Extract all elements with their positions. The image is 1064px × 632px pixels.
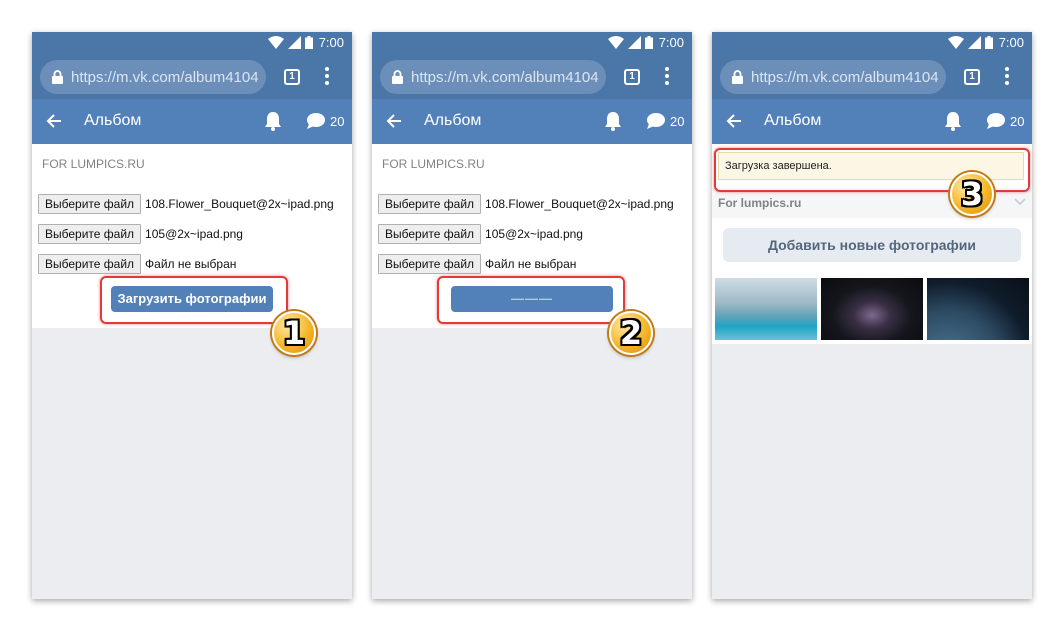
chevron-down-icon[interactable]	[1014, 198, 1026, 206]
browser-toolbar: https://m.vk.com/album4104 1	[712, 54, 1032, 99]
file-row-1: Выберите файл 108.Flower_Bouquet@2x~ipad…	[378, 194, 692, 214]
wifi-icon	[947, 36, 964, 49]
album-title: For lumpics.ru	[718, 196, 802, 210]
album-label: FOR LUMPICS.RU	[42, 157, 145, 171]
file-row-1: Выберите файл 108.Flower_Bouquet@2x~ipad…	[38, 194, 352, 214]
app-bar: Альбом 20	[372, 99, 692, 144]
step-badge-3: 3	[950, 172, 994, 216]
signal-icon	[627, 36, 641, 49]
file-row-3: Выберите файл Файл не выбран	[38, 254, 352, 274]
bell-icon[interactable]	[944, 111, 962, 131]
file-row-2: Выберите файл 105@2x~ipad.png	[378, 224, 692, 244]
choose-file-button[interactable]: Выберите файл	[378, 224, 482, 244]
battery-icon	[984, 36, 993, 49]
signal-icon	[287, 36, 301, 49]
bell-icon[interactable]	[264, 111, 282, 131]
app-bar: Альбом 20	[32, 99, 352, 144]
status-time: 7:00	[318, 35, 344, 50]
file-name: Файл не выбран	[145, 257, 237, 271]
back-arrow-icon[interactable]	[726, 113, 742, 129]
tabs-count-button[interactable]: 1	[964, 69, 980, 85]
page-title: Альбом	[84, 112, 142, 129]
chat-bubble-icon[interactable]	[306, 112, 326, 130]
add-new-photos-button[interactable]: Добавить новые фотографии	[723, 228, 1021, 262]
battery-icon	[304, 36, 313, 49]
message-count: 20	[1010, 114, 1025, 129]
url-bar[interactable]: https://m.vk.com/album4104	[380, 60, 606, 94]
page-title: Альбом	[764, 112, 822, 129]
file-name: 108.Flower_Bouquet@2x~ipad.png	[145, 197, 334, 211]
file-name: 105@2x~ipad.png	[485, 227, 583, 241]
chat-bubble-icon[interactable]	[646, 112, 666, 130]
lock-icon	[52, 70, 63, 84]
step-badge-2: 2	[609, 311, 653, 355]
photo-thumbnail-lake[interactable]	[715, 278, 817, 340]
status-time: 7:00	[998, 35, 1024, 50]
page-title: Альбом	[424, 112, 482, 129]
message-count: 20	[330, 114, 345, 129]
album-label: FOR LUMPICS.RU	[382, 157, 485, 171]
add-photos-panel: Добавить новые фотографии	[712, 218, 1032, 278]
status-bar: 7:00	[372, 32, 692, 54]
step-badge-1: 1	[272, 311, 316, 355]
choose-file-button[interactable]: Выберите файл	[38, 194, 142, 214]
photo-grid	[712, 278, 1032, 344]
browser-toolbar: https://m.vk.com/album4104 1	[372, 54, 692, 99]
file-row-2: Выберите файл 105@2x~ipad.png	[38, 224, 352, 244]
lock-icon	[392, 70, 403, 84]
app-bar: Альбом 20	[712, 99, 1032, 144]
highlight-frame-2	[437, 276, 625, 324]
file-name: 105@2x~ipad.png	[145, 227, 243, 241]
choose-file-button[interactable]: Выберите файл	[38, 224, 142, 244]
file-row-3: Выберите файл Файл не выбран	[378, 254, 692, 274]
bell-icon[interactable]	[604, 111, 622, 131]
lock-icon	[732, 70, 743, 84]
browser-toolbar: https://m.vk.com/album4104 1	[32, 54, 352, 99]
url-text: https://m.vk.com/album4104	[71, 68, 259, 86]
wifi-icon	[607, 36, 624, 49]
status-bar: 7:00	[712, 32, 1032, 54]
highlight-frame-1	[100, 276, 288, 324]
back-arrow-icon[interactable]	[386, 113, 402, 129]
tabs-count-button[interactable]: 1	[624, 69, 640, 85]
more-menu-icon[interactable]	[1005, 67, 1009, 88]
more-menu-icon[interactable]	[325, 67, 329, 88]
choose-file-button[interactable]: Выберите файл	[378, 254, 482, 274]
message-count: 20	[670, 114, 685, 129]
signal-icon	[967, 36, 981, 49]
tutorial-stage: 7:00 https://m.vk.com/album4104 1 Альбом…	[0, 0, 1064, 632]
status-time: 7:00	[658, 35, 684, 50]
tabs-count-button[interactable]: 1	[284, 69, 300, 85]
chat-bubble-icon[interactable]	[986, 112, 1006, 130]
battery-icon	[644, 36, 653, 49]
file-name: Файл не выбран	[485, 257, 577, 271]
phone-screen-step-3: 7:00 https://m.vk.com/album4104 1 Альбом…	[712, 32, 1032, 599]
status-bar: 7:00	[32, 32, 352, 54]
url-text: https://m.vk.com/album4104	[411, 68, 599, 86]
url-bar[interactable]: https://m.vk.com/album4104	[720, 60, 946, 94]
back-arrow-icon[interactable]	[46, 113, 62, 129]
more-menu-icon[interactable]	[665, 67, 669, 88]
choose-file-button[interactable]: Выберите файл	[38, 254, 142, 274]
file-name: 108.Flower_Bouquet@2x~ipad.png	[485, 197, 674, 211]
photo-thumbnail-flowers[interactable]	[821, 278, 923, 340]
photo-thumbnail-planet[interactable]	[927, 278, 1029, 340]
choose-file-button[interactable]: Выберите файл	[378, 194, 482, 214]
url-text: https://m.vk.com/album4104	[751, 68, 939, 86]
wifi-icon	[267, 36, 284, 49]
url-bar[interactable]: https://m.vk.com/album4104	[40, 60, 266, 94]
